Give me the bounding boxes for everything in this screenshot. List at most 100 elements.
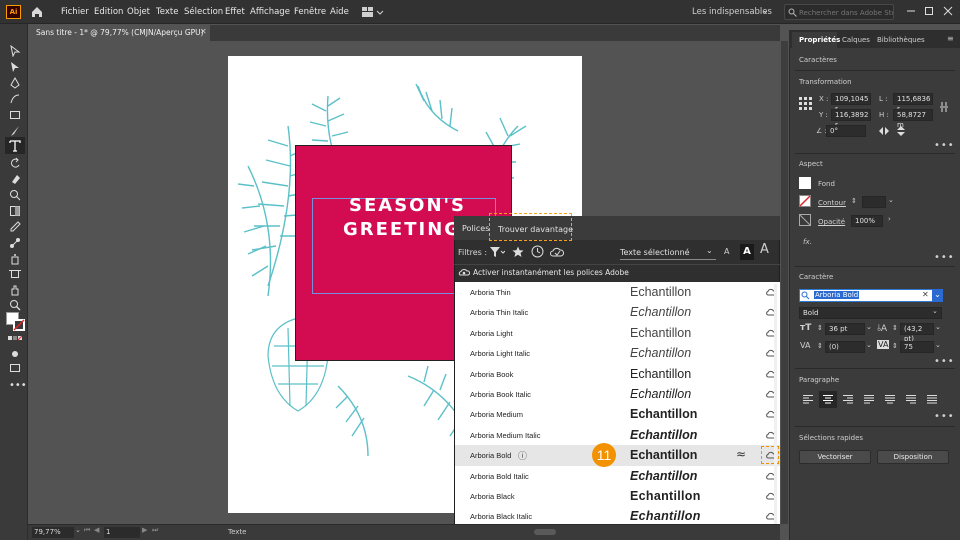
font-family-dropdown-icon[interactable]: ⌄ (932, 289, 943, 302)
similar-fonts-icon[interactable]: ≈ (736, 447, 746, 461)
canvas-vertical-scrollbar[interactable] (781, 41, 788, 524)
kerning-field[interactable]: (0) (825, 341, 865, 353)
blend-tool-icon[interactable] (9, 237, 21, 249)
x-field[interactable]: 109,1045 r (831, 93, 871, 113)
chevron-down-icon[interactable]: ⌄ (888, 196, 894, 204)
leading-field[interactable]: (43,2 pt) (900, 323, 934, 343)
align-left-icon[interactable] (802, 394, 814, 405)
font-list-item[interactable]: Arboria Book Echantillon (455, 364, 780, 384)
eyedropper-tool-icon[interactable] (9, 221, 21, 233)
close-window-icon[interactable] (941, 4, 955, 18)
chevron-down-icon[interactable]: ⌄ (935, 341, 941, 349)
justify-right-icon[interactable] (905, 394, 917, 405)
flip-horizontal-icon[interactable] (878, 126, 890, 136)
menu-selection[interactable]: Sélection (184, 7, 223, 17)
tab-polices[interactable]: Polices (462, 224, 489, 233)
screen-mode-icon[interactable] (9, 362, 21, 374)
opacity-field[interactable]: 100% (851, 215, 883, 227)
aspect-more-options[interactable]: ••• (934, 252, 955, 263)
chevron-down-icon[interactable]: ⌄ (935, 323, 941, 331)
curvature-tool-icon[interactable] (9, 93, 21, 105)
sample-text-select[interactable]: Texte sélectionné (620, 248, 690, 257)
stroke-weight-stepper-icon[interactable]: ⇕ (851, 197, 857, 205)
paragraphe-more-options[interactable]: ••• (934, 411, 955, 422)
font-size-field[interactable]: 36 pt (825, 323, 865, 335)
horizontal-scrollbar-thumb[interactable] (534, 529, 556, 535)
kerning-stepper-icon[interactable]: ⇕ (817, 342, 823, 350)
hand-tool-icon[interactable] (9, 284, 21, 296)
chevron-down-icon[interactable]: ⌄ (706, 246, 713, 255)
align-center-icon[interactable] (822, 394, 834, 405)
chevron-down-icon[interactable]: ⌄ (866, 341, 872, 349)
recent-clock-icon[interactable] (531, 245, 544, 258)
last-artboard-icon[interactable]: ⏭ (152, 526, 158, 535)
tab-proprietes[interactable]: Propriétés (799, 36, 840, 44)
tab-calques[interactable]: Calques (842, 36, 870, 44)
font-search-icon[interactable] (801, 291, 811, 300)
font-size-stepper-icon[interactable]: ⇕ (817, 324, 823, 332)
font-list-item[interactable]: Arboria Bold Italic Echantillon (455, 466, 780, 486)
font-list-item[interactable]: Arboria Thin Echantillon (455, 282, 780, 302)
font-info-icon[interactable]: ⓘ (518, 449, 527, 462)
first-artboard-icon[interactable]: ⏮ (84, 526, 90, 535)
menu-objet[interactable]: Objet (127, 7, 150, 17)
tracking-stepper-icon[interactable]: ⇕ (892, 342, 898, 350)
next-artboard-icon[interactable]: ▶ (142, 526, 147, 534)
type-tool-icon[interactable] (9, 140, 21, 152)
font-list-item[interactable]: Arboria Medium Echantillon (455, 404, 780, 424)
font-list-item[interactable]: Arboria Book Italic Echantillon (455, 384, 780, 404)
gradient-tool-icon[interactable] (9, 205, 21, 217)
favorites-star-icon[interactable] (512, 246, 524, 258)
tab-bibliotheques[interactable]: Bibliothèques (877, 36, 925, 44)
eraser-tool-icon[interactable] (9, 173, 21, 185)
menu-texte[interactable]: Texte (156, 7, 178, 17)
fill-color-swatch[interactable] (799, 177, 811, 189)
prev-artboard-icon[interactable]: ◀ (94, 526, 99, 534)
direct-selection-tool-icon[interactable] (9, 61, 21, 73)
close-tab-icon[interactable]: ✕ (200, 27, 207, 36)
reference-point-icon[interactable] (799, 97, 812, 110)
leading-stepper-icon[interactable]: ⇕ (892, 324, 898, 332)
justify-all-icon[interactable] (926, 394, 938, 405)
chevron-right-icon[interactable]: › (888, 215, 891, 223)
artboard-number-field[interactable]: 1 (104, 527, 140, 538)
opacite-label[interactable]: Opacité (818, 218, 845, 226)
minimize-icon[interactable] (904, 4, 918, 18)
tab-trouver-davantage[interactable]: Trouver davantage (489, 213, 573, 241)
rotate-tool-icon[interactable] (9, 157, 21, 169)
arrange-documents-icon[interactable] (362, 6, 384, 18)
disposition-button[interactable]: Disposition (877, 450, 949, 464)
artboard-tool-icon[interactable] (9, 268, 21, 280)
menu-effet[interactable]: Effet (225, 7, 245, 17)
caractere-more-options[interactable]: ••• (934, 356, 955, 367)
symbol-sprayer-tool-icon[interactable] (9, 253, 21, 265)
font-list-item[interactable]: Arboria Thin Italic Echantillon (455, 302, 780, 322)
height-field[interactable]: 58,8727 m (893, 109, 933, 129)
clear-font-icon[interactable]: ✕ (922, 290, 929, 299)
panel-menu-icon[interactable]: ≡ (947, 34, 954, 43)
sample-size-large[interactable]: A (760, 242, 769, 257)
tracking-field[interactable]: 75 (900, 341, 934, 353)
paintbrush-tool-icon[interactable] (9, 125, 21, 137)
pen-tool-icon[interactable] (9, 77, 21, 89)
workspace-select[interactable]: Les indispensables (692, 7, 772, 17)
stock-search-field[interactable] (784, 4, 894, 20)
justify-center-icon[interactable] (884, 394, 896, 405)
menu-fichier[interactable]: Fichier (61, 7, 89, 17)
sample-size-small[interactable]: A (724, 247, 729, 256)
font-list-item[interactable]: Arboria Black Echantillon (455, 486, 780, 506)
justify-left-icon[interactable] (863, 394, 875, 405)
stock-search-input[interactable] (799, 7, 893, 18)
font-list-item[interactable]: Arboria Medium Italic Echantillon (455, 425, 780, 445)
filter-classification-icon[interactable] (489, 246, 505, 258)
greeting-line-1[interactable]: SEASON'S (349, 195, 466, 216)
effects-fx-button[interactable]: fx. (803, 238, 812, 246)
home-icon[interactable] (30, 5, 44, 19)
more-tools-icon[interactable]: ••• (9, 380, 27, 391)
contour-label[interactable]: Contour (818, 199, 846, 207)
y-field[interactable]: 116,3892 r (831, 109, 871, 129)
width-field[interactable]: 115,6836 r (893, 93, 933, 113)
rotate-field[interactable]: 0° (826, 125, 866, 137)
vectoriser-button[interactable]: Vectoriser (799, 450, 871, 464)
draw-mode-icon[interactable] (9, 348, 21, 360)
